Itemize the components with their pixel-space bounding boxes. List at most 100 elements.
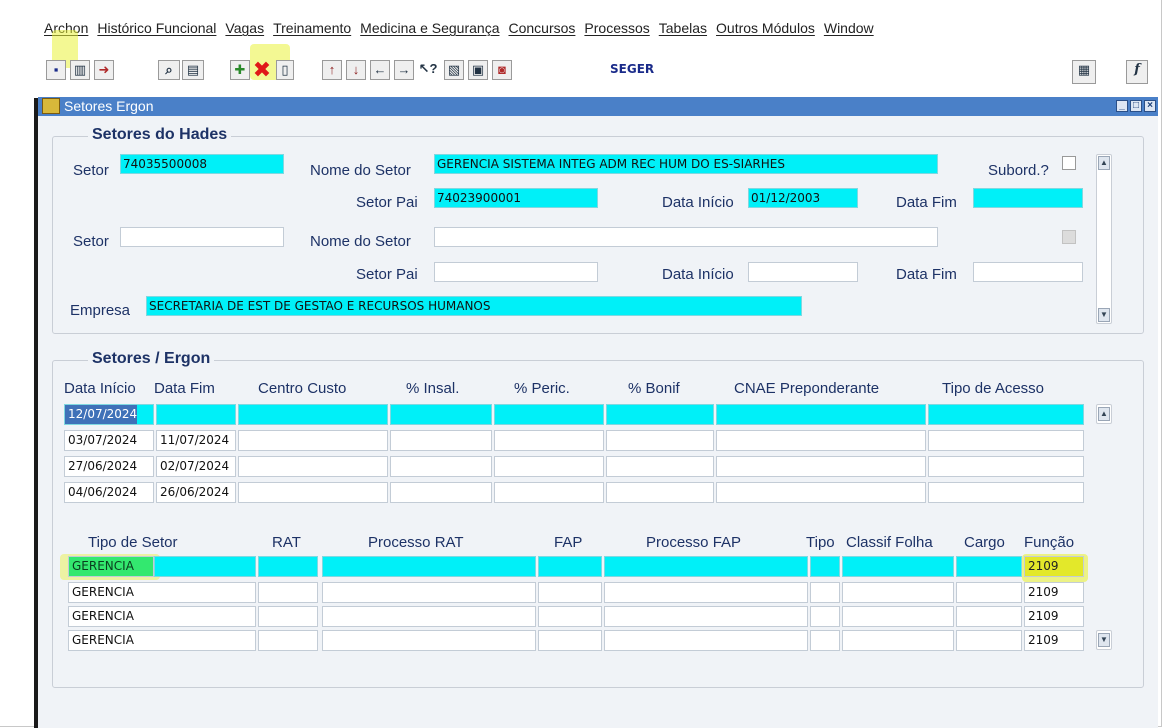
search-icon[interactable]: ⌕ <box>158 60 180 80</box>
table-cell[interactable] <box>238 456 388 477</box>
data-inicio-field[interactable] <box>748 262 858 282</box>
nome-setor-field[interactable]: GERENCIA SISTEMA INTEG ADM REC HUM DO ES… <box>434 154 938 174</box>
table-cell[interactable] <box>538 556 602 577</box>
close-icon[interactable]: × <box>1144 100 1156 112</box>
menu-vagas[interactable]: Vagas <box>225 20 264 42</box>
table-cell[interactable]: GERENCIA <box>68 630 256 651</box>
last-record-icon[interactable]: ↓ <box>346 60 366 80</box>
delete-record-icon[interactable]: ✖ <box>252 59 272 81</box>
table-cell[interactable] <box>494 430 604 451</box>
table-cell[interactable] <box>258 606 318 627</box>
table-cell[interactable] <box>956 582 1022 603</box>
menu-treinamento[interactable]: Treinamento <box>273 20 351 42</box>
table-cell[interactable]: 26/06/2024 <box>156 482 236 503</box>
table-cell[interactable] <box>156 404 236 425</box>
table-cell[interactable] <box>810 630 840 651</box>
table-cell[interactable] <box>258 630 318 651</box>
hades-scrollbar[interactable]: ▲ ▼ <box>1096 154 1112 324</box>
table-cell[interactable] <box>322 556 536 577</box>
setor-field[interactable]: 74035500008 <box>120 154 284 174</box>
table-cell[interactable] <box>258 556 318 577</box>
setor-pai-field[interactable]: 74023900001 <box>434 188 598 208</box>
table-cell[interactable] <box>716 430 926 451</box>
table-cell[interactable] <box>842 582 954 603</box>
table-cell[interactable] <box>390 404 492 425</box>
table-cell[interactable]: GERENCIA <box>68 606 256 627</box>
table-cell[interactable] <box>322 582 536 603</box>
table-cell[interactable] <box>494 456 604 477</box>
menu-window[interactable]: Window <box>824 20 874 42</box>
first-record-icon[interactable]: ↑ <box>322 60 342 80</box>
table-cell[interactable] <box>154 556 256 577</box>
table-cell[interactable] <box>258 582 318 603</box>
table-cell[interactable] <box>494 404 604 425</box>
table-cell[interactable] <box>842 606 954 627</box>
next-icon[interactable]: → <box>394 60 414 80</box>
table-cell[interactable] <box>238 404 388 425</box>
table-cell[interactable] <box>238 482 388 503</box>
table-cell[interactable] <box>928 482 1084 503</box>
table-cell[interactable] <box>810 582 840 603</box>
menu-outros-modulos[interactable]: Outros Módulos <box>716 20 815 42</box>
subord-checkbox[interactable] <box>1062 230 1076 244</box>
table-cell[interactable] <box>928 456 1084 477</box>
table-cell[interactable] <box>716 404 926 425</box>
table-cell[interactable] <box>604 582 808 603</box>
table-cell[interactable]: 12/07/2024 <box>64 404 154 425</box>
ergon-scrollbar[interactable]: ▼ <box>1096 630 1112 650</box>
clear-icon[interactable]: ▯ <box>276 60 294 80</box>
scroll-up-icon[interactable]: ▲ <box>1098 407 1110 421</box>
data-fim-field[interactable] <box>973 262 1083 282</box>
table-cell[interactable] <box>928 404 1084 425</box>
table-cell[interactable] <box>842 630 954 651</box>
setor-field[interactable] <box>120 227 284 247</box>
table-cell[interactable] <box>810 556 840 577</box>
menu-medicina-seguranca[interactable]: Medicina e Segurança <box>360 20 499 42</box>
ergon-scrollbar[interactable]: ▲ <box>1096 404 1112 424</box>
print-icon[interactable]: ▣ <box>468 60 488 80</box>
table-cell[interactable]: 04/06/2024 <box>64 482 154 503</box>
table-cell[interactable] <box>604 556 808 577</box>
table-cell[interactable] <box>928 430 1084 451</box>
subord-checkbox[interactable] <box>1062 156 1076 170</box>
table-cell[interactable] <box>322 630 536 651</box>
table-cell[interactable]: 02/07/2024 <box>156 456 236 477</box>
table-cell[interactable] <box>956 556 1022 577</box>
exit-icon[interactable]: ➜ <box>94 60 114 80</box>
function-icon[interactable]: f <box>1126 60 1148 84</box>
table-cell[interactable]: 2109 <box>1024 556 1084 577</box>
empresa-field[interactable]: SECRETARIA DE EST DE GESTAO E RECURSOS H… <box>146 296 802 316</box>
scroll-up-icon[interactable]: ▲ <box>1098 156 1110 170</box>
table-cell[interactable] <box>606 430 714 451</box>
table-cell[interactable]: 11/07/2024 <box>156 430 236 451</box>
table-cell[interactable] <box>606 456 714 477</box>
table-cell[interactable] <box>390 430 492 451</box>
scroll-down-icon[interactable]: ▼ <box>1098 633 1110 647</box>
trash-icon[interactable]: ▥ <box>70 60 90 80</box>
help-icon[interactable]: ↖? <box>418 60 438 80</box>
table-cell[interactable] <box>606 482 714 503</box>
nome-setor-field[interactable] <box>434 227 938 247</box>
new-record-icon[interactable]: ✚ <box>230 60 250 80</box>
table-cell[interactable] <box>956 606 1022 627</box>
table-cell[interactable]: 2109 <box>1024 582 1084 603</box>
table-cell[interactable]: 27/06/2024 <box>64 456 154 477</box>
minimize-icon[interactable]: _ <box>1116 100 1128 112</box>
menu-tabelas[interactable]: Tabelas <box>659 20 707 42</box>
menu-processos[interactable]: Processos <box>584 20 649 42</box>
table-cell[interactable] <box>716 456 926 477</box>
table-cell[interactable] <box>842 556 954 577</box>
table-cell[interactable] <box>322 606 536 627</box>
data-fim-field[interactable] <box>973 188 1083 208</box>
setor-pai-field[interactable] <box>434 262 598 282</box>
list-icon[interactable]: ▧ <box>444 60 464 80</box>
scroll-down-icon[interactable]: ▼ <box>1098 308 1110 322</box>
query-icon[interactable]: ▤ <box>182 60 204 80</box>
table-cell[interactable]: GERENCIA <box>68 556 154 577</box>
table-cell[interactable] <box>538 606 602 627</box>
previous-icon[interactable]: ← <box>370 60 390 80</box>
table-cell[interactable] <box>810 606 840 627</box>
table-cell[interactable] <box>238 430 388 451</box>
table-cell[interactable]: 2109 <box>1024 630 1084 651</box>
table-cell[interactable] <box>604 606 808 627</box>
